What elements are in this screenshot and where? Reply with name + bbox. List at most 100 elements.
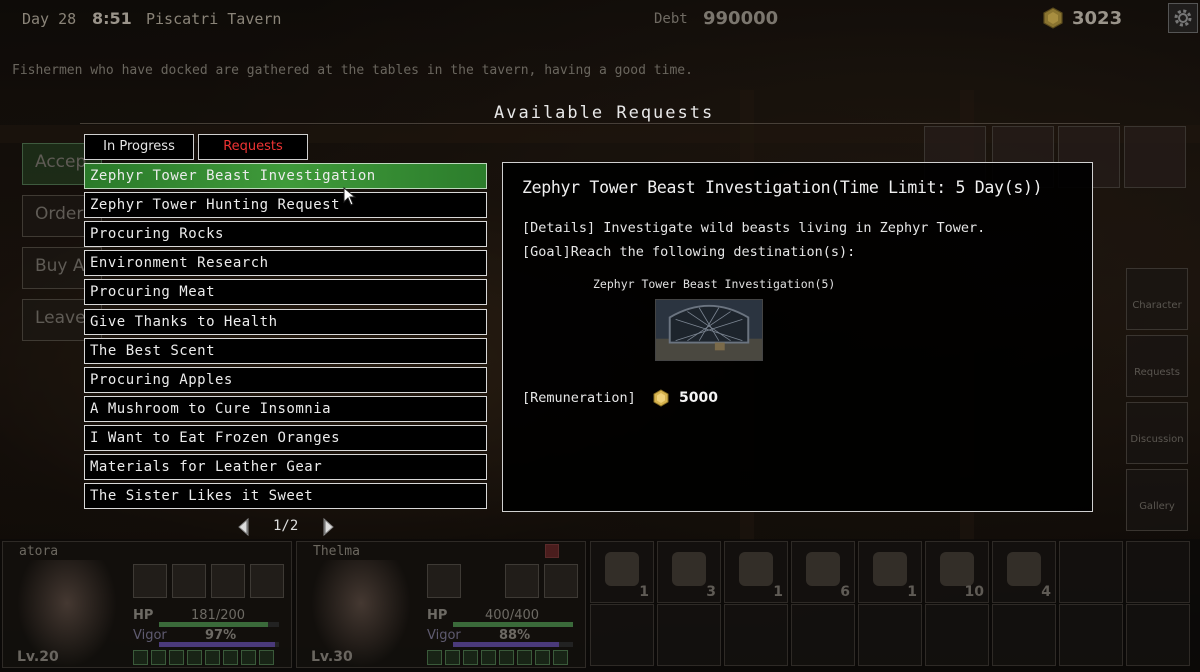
destination-name: Zephyr Tower Beast Investigation(5) bbox=[593, 277, 836, 291]
request-list-item[interactable]: A Mushroom to Cure Insomnia bbox=[84, 395, 487, 422]
item-count: 3 bbox=[706, 584, 716, 600]
flavor-text: Fishermen who have docked are gathered a… bbox=[12, 63, 693, 78]
inventory-slot[interactable]: 1 bbox=[590, 541, 654, 603]
hammer-icon bbox=[672, 552, 706, 586]
item-count: 6 bbox=[840, 584, 850, 600]
bucket-icon bbox=[940, 552, 974, 586]
party-member-card[interactable]: atora HP 181/200 Vigor 97% Lv.20 bbox=[2, 541, 292, 668]
item-count: 1 bbox=[907, 584, 917, 600]
item-count: 1 bbox=[639, 584, 649, 600]
prev-page-icon[interactable] bbox=[236, 517, 250, 537]
member-level: Lv.20 bbox=[17, 649, 59, 665]
empty-inventory-slot[interactable] bbox=[925, 604, 989, 666]
empty-inventory-slot[interactable] bbox=[590, 604, 654, 666]
wand-icon[interactable] bbox=[427, 564, 461, 598]
destination-image bbox=[655, 299, 763, 361]
vigor-value: 88% bbox=[499, 628, 531, 643]
mouse-cursor-icon bbox=[343, 187, 357, 206]
empty-inventory-slot[interactable] bbox=[724, 604, 788, 666]
title-divider bbox=[80, 123, 1120, 124]
bread-icon bbox=[1007, 552, 1041, 586]
fish-icon bbox=[873, 552, 907, 586]
vigor-label: Vigor bbox=[133, 628, 167, 643]
sword-icon[interactable] bbox=[133, 564, 167, 598]
member-name: Thelma bbox=[313, 544, 360, 559]
request-list-item[interactable]: Environment Research bbox=[84, 250, 487, 277]
gallery-menu-button[interactable]: Gallery bbox=[1126, 469, 1188, 531]
request-list-item[interactable]: Give Thanks to Health bbox=[84, 308, 487, 335]
party-member-card[interactable]: Thelma HP 400/400 Vigor 88% Lv.30 bbox=[296, 541, 586, 668]
clothes-icon[interactable] bbox=[544, 564, 578, 598]
page-indicator: 1/2 bbox=[273, 518, 299, 534]
debt-label: Debt bbox=[654, 11, 688, 27]
hp-label: HP bbox=[427, 608, 448, 623]
character-menu-button[interactable]: Character bbox=[1126, 268, 1188, 330]
request-list-item[interactable]: The Best Scent bbox=[84, 337, 487, 364]
gold-amount: 3023 bbox=[1072, 8, 1123, 29]
vigor-label: Vigor bbox=[427, 628, 461, 643]
empty-inventory-slot[interactable] bbox=[1126, 604, 1190, 666]
member-name: atora bbox=[19, 544, 59, 559]
request-details: [Details] Investigate wild beasts living… bbox=[522, 220, 986, 236]
location-name: Piscatri Tavern bbox=[146, 10, 282, 28]
request-title: Zephyr Tower Beast Investigation(Time Li… bbox=[522, 178, 1043, 197]
hp-label: HP bbox=[133, 608, 154, 623]
hp-bar bbox=[453, 622, 573, 627]
hp-value: 181/200 bbox=[191, 608, 246, 623]
inventory-slot[interactable]: 6 bbox=[791, 541, 855, 603]
request-goal: [Goal]Reach the following destination(s)… bbox=[522, 244, 856, 260]
hp-value: 400/400 bbox=[485, 608, 540, 623]
tab-in-progress[interactable]: In Progress bbox=[84, 134, 194, 160]
inventory-slot[interactable]: 1 bbox=[858, 541, 922, 603]
request-list-item[interactable]: Materials for Leather Gear bbox=[84, 454, 487, 480]
next-page-icon[interactable] bbox=[322, 517, 336, 537]
inventory-slot[interactable]: 4 bbox=[992, 541, 1056, 603]
npc-portrait bbox=[1124, 126, 1186, 188]
inventory-slot[interactable]: 3 bbox=[657, 541, 721, 603]
hp-bar bbox=[159, 622, 279, 627]
requests-menu-button[interactable]: Requests bbox=[1126, 335, 1188, 397]
request-list-item[interactable]: Procuring Apples bbox=[84, 366, 487, 393]
empty-inventory-slot[interactable] bbox=[657, 604, 721, 666]
discussion-menu-button[interactable]: Discussion bbox=[1126, 402, 1188, 464]
request-list-item[interactable]: Procuring Meat bbox=[84, 279, 487, 306]
debt-value: 990000 bbox=[703, 8, 779, 29]
empty-inventory-slot[interactable] bbox=[858, 604, 922, 666]
empty-inventory-slot[interactable] bbox=[992, 604, 1056, 666]
request-list-item[interactable]: I Want to Eat Frozen Oranges bbox=[84, 424, 487, 451]
empty-inventory-slot[interactable] bbox=[1059, 604, 1123, 666]
status-flag-icon bbox=[545, 544, 559, 558]
vigor-value: 97% bbox=[205, 628, 237, 643]
armor-icon[interactable] bbox=[505, 564, 539, 598]
empty-inventory-slot[interactable] bbox=[1126, 541, 1190, 603]
request-list-item[interactable]: The Sister Likes it Sweet bbox=[84, 483, 487, 510]
skill-slots bbox=[133, 650, 274, 665]
item-count: 10 bbox=[964, 584, 984, 600]
member-level: Lv.30 bbox=[311, 649, 353, 665]
helmet-icon[interactable] bbox=[250, 564, 284, 598]
shovel-icon bbox=[605, 552, 639, 586]
key-icon bbox=[739, 552, 773, 586]
request-list-item[interactable]: Zephyr Tower Hunting Request bbox=[84, 192, 487, 219]
request-detail-panel: Zephyr Tower Beast Investigation(Time Li… bbox=[502, 162, 1093, 512]
inventory-slot[interactable]: 1 bbox=[724, 541, 788, 603]
armor-icon[interactable] bbox=[211, 564, 245, 598]
gallery-menu-label: Gallery bbox=[1139, 501, 1175, 512]
empty-inventory-slot[interactable] bbox=[791, 604, 855, 666]
shield-icon[interactable] bbox=[172, 564, 206, 598]
panel-title: Available Requests bbox=[494, 103, 715, 123]
tab-requests[interactable]: Requests bbox=[198, 134, 308, 160]
skill-slots bbox=[427, 650, 568, 665]
request-list-item[interactable]: Zephyr Tower Beast Investigation bbox=[84, 163, 487, 189]
status-bar: Day 28 8:51 Piscatri Tavern Debt 990000 … bbox=[0, 0, 1200, 38]
empty-inventory-slot[interactable] bbox=[1059, 541, 1123, 603]
discussion-menu-label: Discussion bbox=[1130, 434, 1184, 445]
remuneration-amount: 5000 bbox=[679, 390, 718, 406]
herb-icon bbox=[806, 552, 840, 586]
settings-button[interactable] bbox=[1168, 3, 1198, 33]
character-menu-label: Character bbox=[1132, 300, 1182, 311]
request-list-item[interactable]: Procuring Rocks bbox=[84, 221, 487, 248]
vigor-bar bbox=[453, 642, 573, 647]
inventory-slot[interactable]: 10 bbox=[925, 541, 989, 603]
day-counter: Day 28 bbox=[22, 10, 77, 28]
